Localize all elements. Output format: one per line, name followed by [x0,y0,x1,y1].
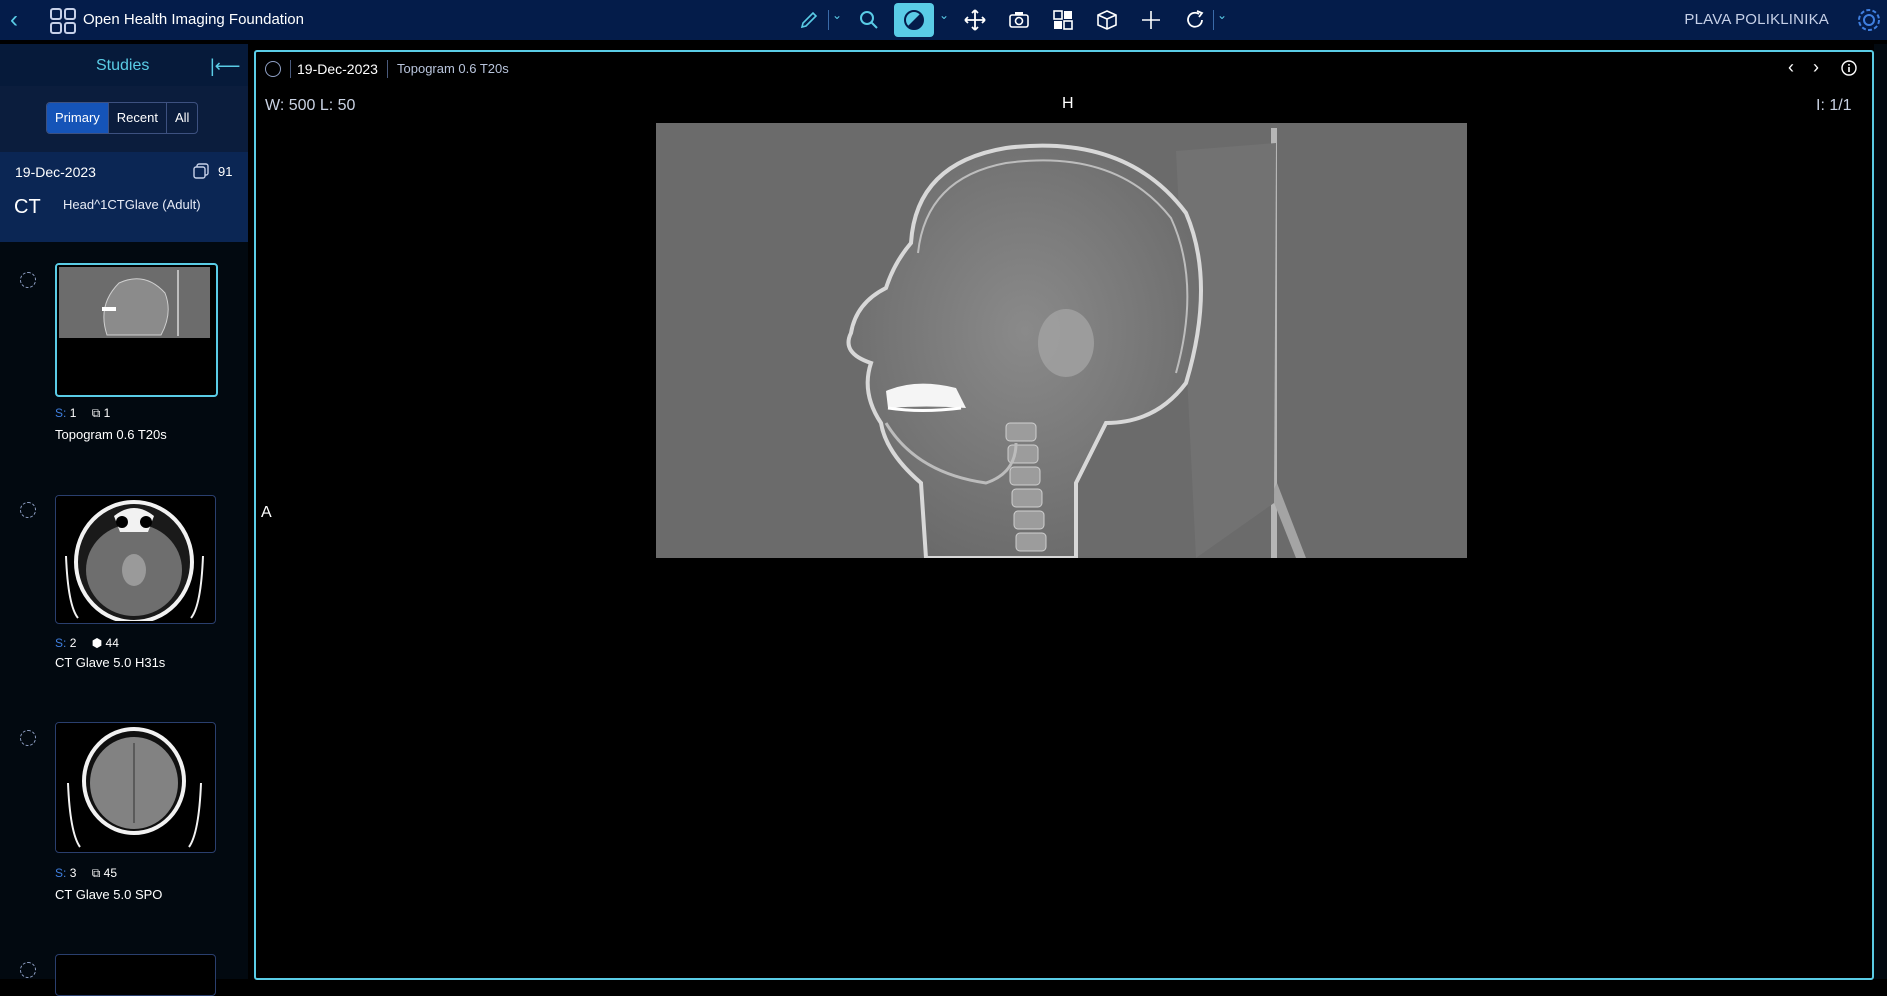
rotate-icon[interactable] [1181,6,1209,34]
pencil-icon[interactable] [795,6,823,34]
series-count: 45 [103,866,117,880]
series-s-label: S: [55,406,67,420]
series-s-label: S: [55,866,67,880]
chevron-down-icon[interactable]: ⌄ [939,8,949,22]
sidebar-header: Studies |⟵ [0,44,248,86]
info-icon[interactable] [1841,60,1857,76]
series-name-3: CT Glave 5.0 SPO [55,887,163,902]
series-number: 3 [69,866,77,880]
series-meta-1: S: 1 ⧉ 1 [55,406,110,421]
series-count: 44 [105,636,119,650]
window-level-overlay: W: 500 L: 50 [265,97,356,114]
cube-icon: ⬢ [91,636,103,650]
series-number: 2 [69,636,77,650]
right-panel-edge [1874,44,1887,979]
previous-chevron-icon[interactable]: ‹ [1788,57,1794,78]
instances-icon: ⧉ [91,406,101,420]
chevron-down-icon[interactable]: ⌄ [832,8,842,22]
viewport-study-date: 19-Dec-2023 [297,61,378,77]
studies-sidebar: Studies |⟵ Primary Recent All 19-Dec-202… [0,44,248,996]
series-meta-3: S: 3 ⧉ 45 [55,866,117,881]
series-name-2: CT Glave 5.0 H31s [55,655,166,670]
image-index-overlay: I: 1/1 [1816,97,1852,114]
loading-icon [20,502,36,518]
chevron-down-icon[interactable]: ⌄ [1217,8,1227,22]
zoom-icon[interactable] [855,6,883,34]
study-instance-count: 91 [218,164,233,179]
series-thumbnail-4[interactable] [55,954,216,996]
orientation-left-marker: A [261,504,272,521]
loading-icon [20,730,36,746]
top-toolbar: ‹ Open Health Imaging Foundation ⌄ ⌄ ⌄ P… [0,0,1887,40]
tab-all[interactable]: All [167,103,197,133]
series-name-1: Topogram 0.6 T20s [55,427,167,442]
topogram-image [656,123,1467,558]
crosshair-icon[interactable] [1137,6,1165,34]
next-chevron-icon[interactable]: › [1813,57,1819,78]
instances-icon [193,163,209,179]
series-meta-2: S: 2 ⬢ 44 [55,636,119,650]
camera-icon[interactable] [1005,6,1033,34]
viewport-series-description: Topogram 0.6 T20s [397,61,509,76]
contrast-icon[interactable] [894,3,934,37]
tab-recent[interactable]: Recent [109,103,167,133]
orientation-top-marker: H [1062,95,1074,112]
study-modality: CT [14,196,41,218]
app-brand: Open Health Imaging Foundation [83,11,304,28]
loading-icon [20,962,36,978]
series-s-label: S: [55,636,67,650]
study-date: 19-Dec-2023 [15,164,96,180]
series-count: 1 [103,406,111,420]
collapse-sidebar-icon[interactable]: |⟵ [210,56,240,77]
sidebar-title: Studies [96,57,150,74]
loading-icon [20,272,36,288]
study-description: Head^1CTGlave (Adult) [63,197,201,212]
organization-name: PLAVA POLIKLINIKA [1684,11,1829,28]
app-grid-icon[interactable] [50,8,76,34]
gear-icon[interactable] [1855,6,1883,34]
series-number: 1 [69,406,77,420]
series-thumbnail-2[interactable] [55,495,216,624]
sync-status-icon[interactable] [265,61,281,77]
instances-icon: ⧉ [91,866,101,880]
study-filter-tabs: Primary Recent All [46,102,199,134]
series-thumbnail-1[interactable] [55,263,218,397]
series-thumbnail-3[interactable] [55,722,216,853]
pan-icon[interactable] [961,6,989,34]
cube-icon[interactable] [1093,6,1121,34]
layout-icon[interactable] [1049,6,1077,34]
tab-primary[interactable]: Primary [47,103,109,133]
back-chevron-icon[interactable]: ‹ [10,8,32,32]
